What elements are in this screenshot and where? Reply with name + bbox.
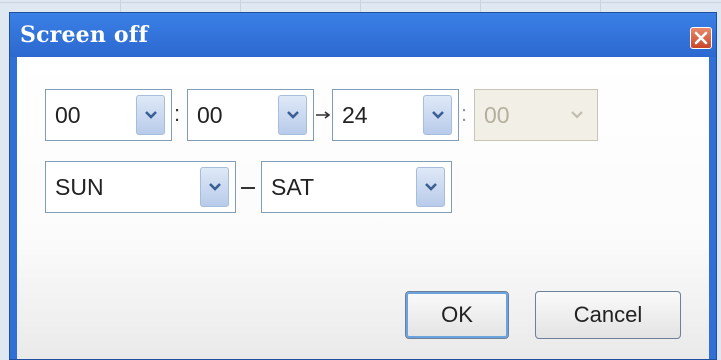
end-day-dropdown-button[interactable] — [416, 167, 445, 207]
screen-off-dialog: Screen off 00 : 00 24: 00 SUN SAT OK Ca… — [9, 12, 717, 360]
dialog-titlebar[interactable]: Screen off — [10, 13, 716, 57]
end-hour-dropdown-button[interactable] — [423, 95, 452, 135]
day-range-dash — [241, 187, 255, 189]
start-hour-value: 00 — [55, 101, 81, 128]
chevron-down-icon — [286, 111, 299, 119]
end-day-select[interactable]: SAT — [261, 161, 452, 213]
start-hour-dropdown-button[interactable] — [136, 95, 165, 135]
time-separator: : — [174, 101, 181, 126]
start-minute-select[interactable]: 00 — [187, 89, 314, 141]
end-minute-value: 00 — [484, 101, 510, 128]
cancel-button[interactable]: Cancel — [535, 291, 681, 339]
start-day-dropdown-button[interactable] — [200, 167, 229, 207]
start-day-value: SUN — [55, 173, 104, 200]
start-day-select[interactable]: SUN — [45, 161, 236, 213]
start-minute-value: 00 — [197, 101, 223, 128]
end-minute-select: 00 — [474, 89, 598, 141]
end-hour-select[interactable]: 24 — [332, 89, 459, 141]
end-day-value: SAT — [271, 173, 315, 200]
end-hour-value: 24 — [342, 101, 368, 128]
dialog-content: 00 : 00 24 : 00 SUN SAT OK Cancel — [17, 57, 709, 359]
start-minute-dropdown-button[interactable] — [278, 95, 307, 135]
start-hour-select[interactable]: 00 — [45, 89, 172, 141]
chevron-down-icon — [424, 183, 437, 191]
end-minute-dropdown-button — [562, 95, 591, 135]
arrow-right-icon — [316, 111, 331, 119]
chevron-down-icon — [144, 111, 157, 119]
time-separator-disabled: : — [461, 101, 468, 126]
chevron-down-icon — [208, 183, 221, 191]
chevron-down-icon — [570, 111, 583, 119]
close-button[interactable] — [690, 27, 712, 49]
ok-button[interactable]: OK — [405, 291, 509, 339]
close-icon — [694, 31, 708, 45]
chevron-down-icon — [431, 111, 444, 119]
dialog-title: Screen off — [20, 22, 149, 48]
